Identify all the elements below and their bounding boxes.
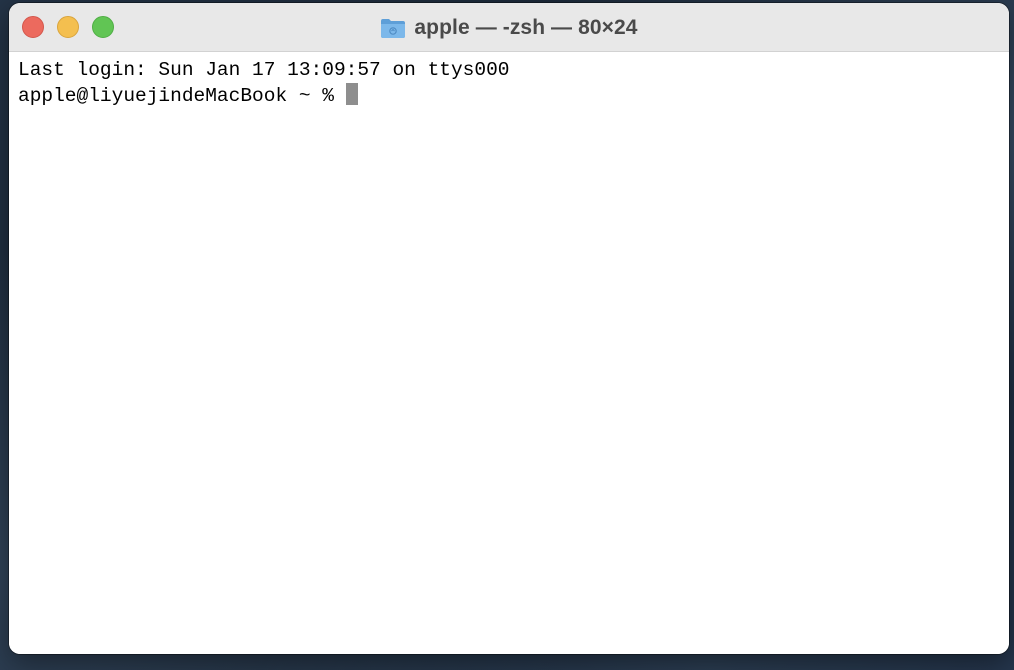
folder-icon xyxy=(380,17,406,39)
terminal-output[interactable]: Last login: Sun Jan 17 13:09:57 on ttys0… xyxy=(9,52,1009,654)
window-title: apple — -zsh — 80×24 xyxy=(414,15,638,39)
window-title-area: apple — -zsh — 80×24 xyxy=(9,3,1009,52)
shell-prompt: apple@liyuejindeMacBook ~ % xyxy=(18,85,346,107)
prompt-line[interactable]: apple@liyuejindeMacBook ~ % xyxy=(18,83,1000,108)
text-cursor xyxy=(345,83,358,105)
login-message-line: Last login: Sun Jan 17 13:09:57 on ttys0… xyxy=(18,59,510,81)
terminal-window[interactable]: apple — -zsh — 80×24 Last login: Sun Jan… xyxy=(9,3,1009,654)
title-bar[interactable]: apple — -zsh — 80×24 xyxy=(9,3,1009,52)
